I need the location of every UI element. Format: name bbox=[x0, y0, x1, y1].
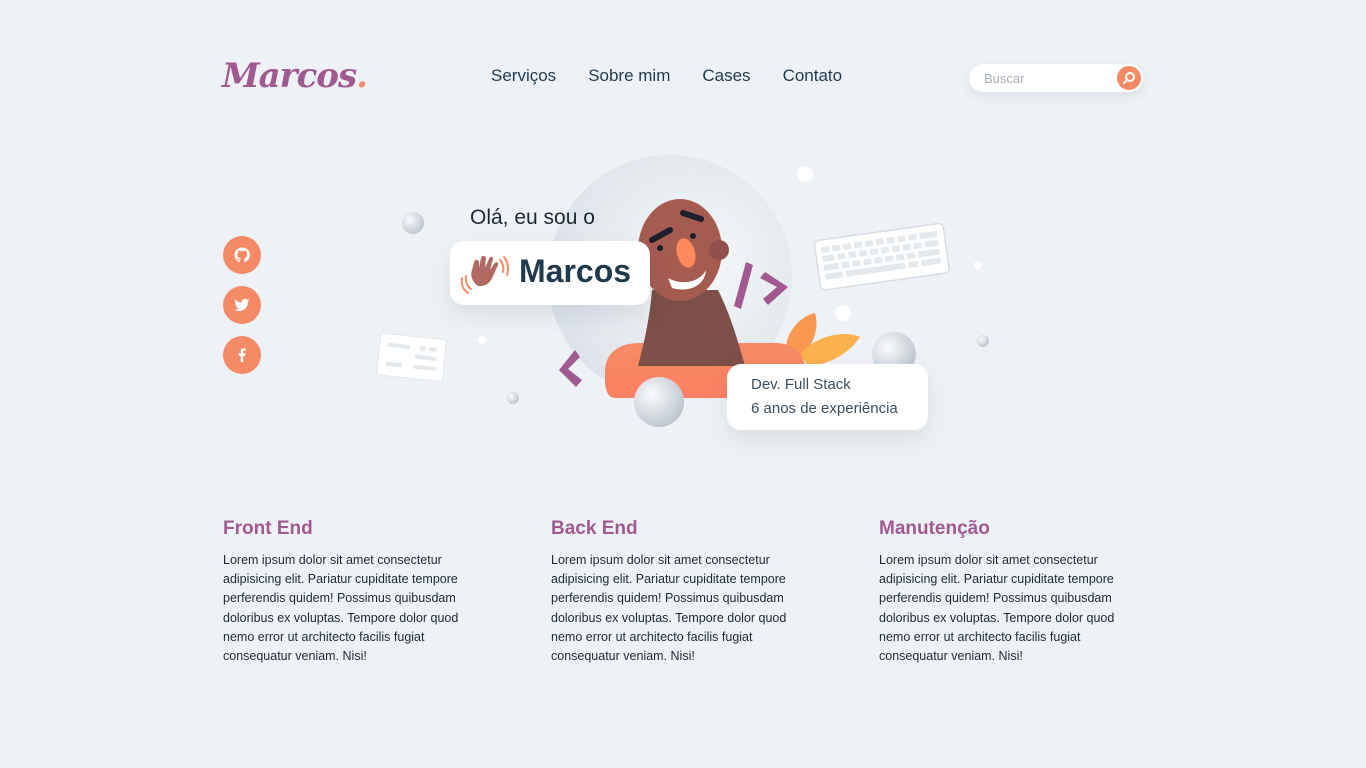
service-title: Back End bbox=[551, 518, 638, 539]
role-title: Dev. Full Stack bbox=[751, 376, 851, 393]
service-description: Lorem ipsum dolor sit amet consectetur a… bbox=[223, 553, 459, 664]
name-card: Marcos bbox=[450, 241, 650, 305]
service-description: Lorem ipsum dolor sit amet consectetur a… bbox=[551, 553, 787, 664]
service-title: Front End bbox=[223, 518, 313, 539]
service-title: Manutenção bbox=[879, 518, 990, 539]
sphere bbox=[797, 166, 813, 182]
card-illustration bbox=[376, 332, 447, 382]
sphere bbox=[478, 336, 486, 344]
role-experience: 6 anos de experiência bbox=[751, 400, 898, 417]
role-card: Dev. Full Stack 6 anos de experiência bbox=[727, 364, 928, 430]
service-manutencao: Manutenção Lorem ipsum dolor sit amet co… bbox=[879, 518, 1129, 666]
eye bbox=[690, 233, 696, 239]
hero-greeting: Olá, eu sou o bbox=[470, 206, 595, 229]
sphere bbox=[974, 261, 982, 269]
bracket-left bbox=[559, 350, 582, 387]
ear bbox=[709, 240, 729, 260]
sphere bbox=[507, 392, 519, 404]
service-back-end: Back End Lorem ipsum dolor sit amet cons… bbox=[551, 518, 801, 666]
sphere bbox=[402, 212, 424, 234]
sphere bbox=[977, 335, 989, 347]
service-front-end: Front End Lorem ipsum dolor sit amet con… bbox=[223, 518, 473, 666]
keyboard-illustration bbox=[813, 222, 950, 291]
sphere bbox=[634, 377, 684, 427]
sphere bbox=[835, 305, 851, 321]
service-description: Lorem ipsum dolor sit amet consectetur a… bbox=[879, 553, 1115, 664]
hero-name: Marcos bbox=[519, 253, 632, 289]
eye bbox=[657, 245, 663, 251]
waving-hand-icon bbox=[460, 255, 509, 294]
